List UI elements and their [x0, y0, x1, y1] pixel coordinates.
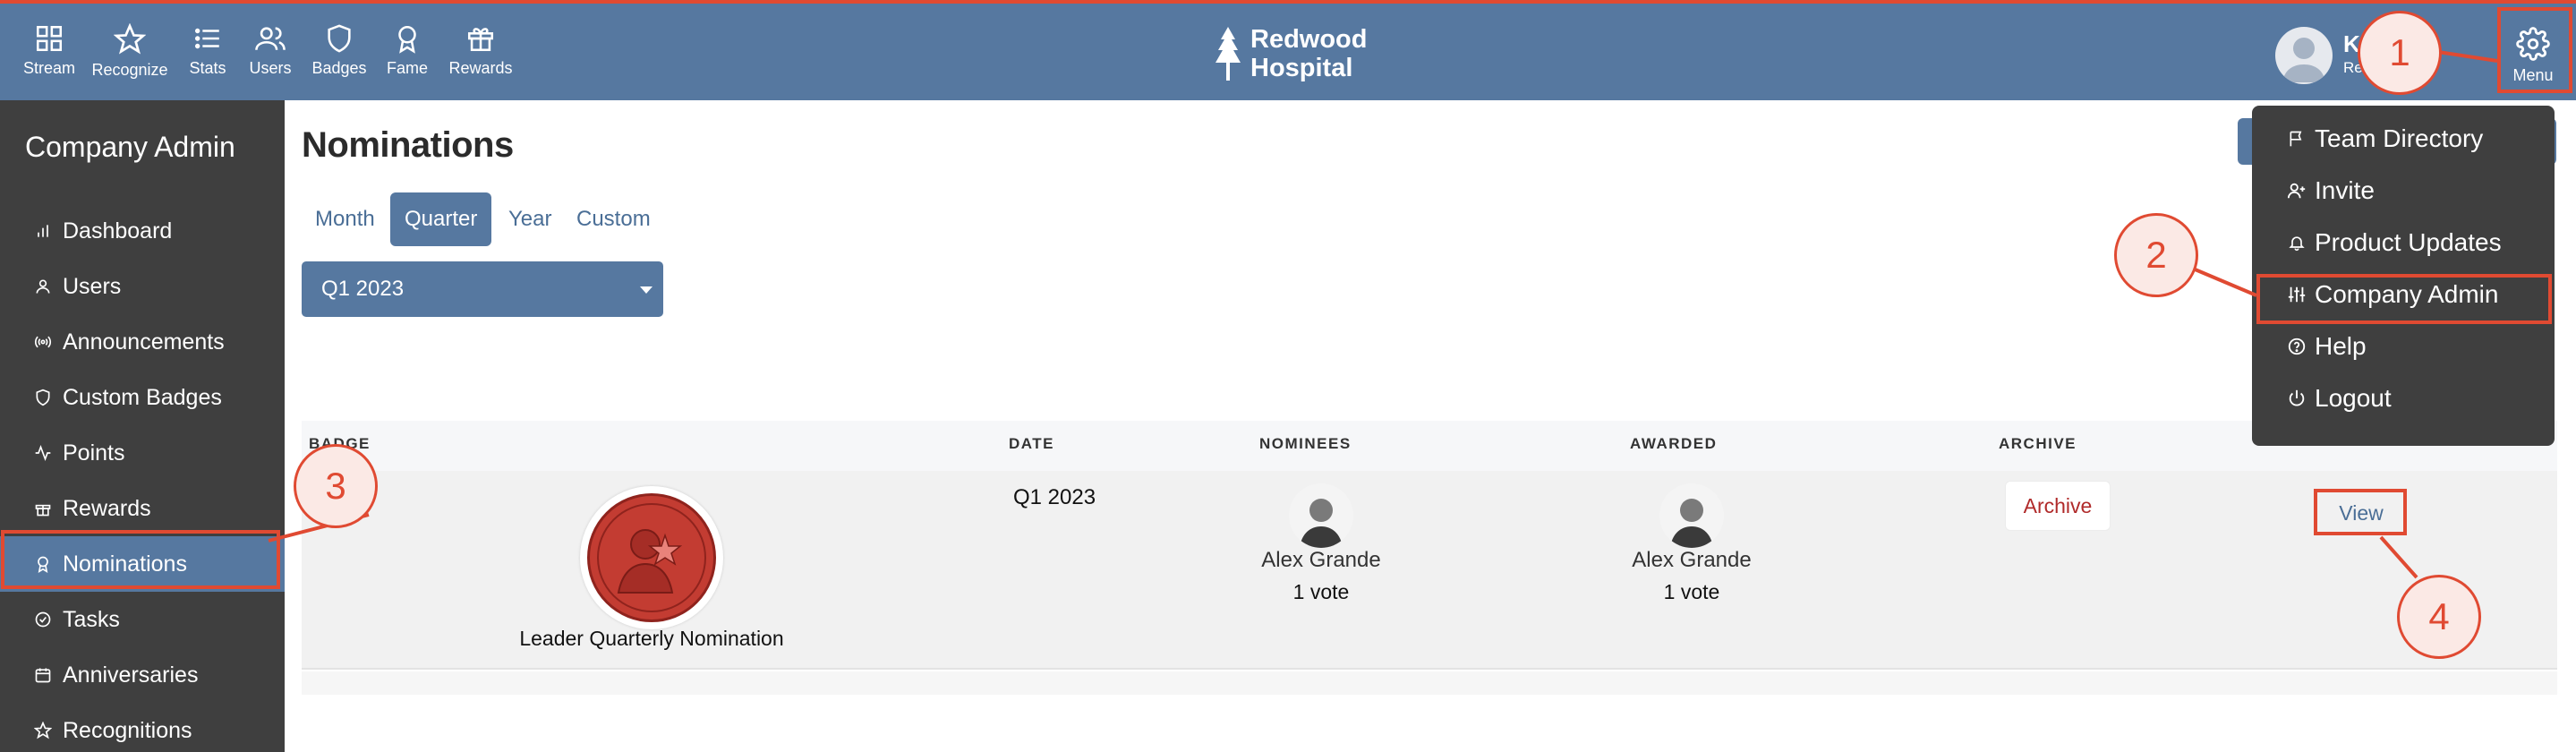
row-date: Q1 2023 — [1013, 485, 1096, 509]
gift-icon — [32, 498, 54, 519]
nominee-avatar[interactable] — [1289, 483, 1353, 548]
person-photo-icon — [1300, 499, 1343, 548]
callout-2: 2 — [2114, 213, 2198, 297]
archive-button[interactable]: Archive — [2005, 481, 2111, 531]
broadcast-icon — [32, 331, 54, 353]
menu-item-help[interactable]: Help — [2252, 320, 2555, 372]
sidebar-item-announcements[interactable]: Announcements — [0, 314, 285, 370]
column-header-nominees: NOMINEES — [1259, 435, 1352, 452]
menu-item-label: Product Updates — [2315, 228, 2502, 256]
brand-name: Redwood Hospital — [1250, 25, 1368, 82]
sidebar-item-dashboard[interactable]: Dashboard — [0, 203, 285, 259]
menu-item-invite[interactable]: Invite — [2252, 165, 2555, 217]
users-icon — [255, 27, 286, 50]
sidebar-item-custom-badges[interactable]: Custom Badges — [0, 370, 285, 425]
sidebar-item-label: Custom Badges — [63, 384, 222, 410]
star-icon — [32, 720, 54, 741]
user-silhouette-icon — [2282, 38, 2325, 82]
tab-year[interactable]: Year — [494, 192, 567, 246]
menu-item-label: Logout — [2315, 384, 2392, 412]
sidebar-item-label: Anniversaries — [63, 662, 199, 688]
list-icon — [194, 28, 219, 49]
caret-down-icon — [640, 286, 653, 294]
check-circle-icon — [32, 609, 54, 630]
calendar-icon — [32, 664, 54, 686]
tab-custom[interactable]: Custom — [562, 192, 665, 246]
tab-quarter[interactable]: Quarter — [390, 192, 492, 246]
award-icon — [398, 25, 416, 54]
callout-1: 1 — [2358, 11, 2442, 95]
page-title: Nominations — [302, 125, 514, 165]
grid-icon — [36, 25, 63, 52]
brand-line-1: Redwood — [1250, 25, 1368, 54]
sidebar-title: Company Admin — [25, 131, 235, 163]
nominee-votes: 1 vote — [1292, 580, 1350, 603]
sidebar-item-users[interactable]: Users — [0, 259, 285, 314]
badge-image[interactable] — [580, 486, 723, 629]
sidebar-item-label: Points — [63, 440, 125, 466]
callout-3: 3 — [294, 444, 378, 528]
table-footer — [302, 671, 2557, 695]
sidebar-item-label: Dashboard — [63, 218, 173, 244]
bell-icon — [2286, 232, 2307, 253]
nominee-name[interactable]: Alex Grande — [1214, 548, 1429, 573]
sidebar-item-recognitions[interactable]: Recognitions — [0, 703, 285, 752]
menu-item-label: Help — [2315, 332, 2367, 360]
awarded-avatar[interactable] — [1659, 483, 1724, 548]
leader-star-icon — [597, 503, 706, 612]
highlight-view-link — [2314, 489, 2407, 535]
user-plus-icon — [2286, 180, 2307, 201]
sidebar-item-rewards[interactable]: Rewards — [0, 481, 285, 536]
menu-item-product-updates[interactable]: Product Updates — [2252, 217, 2555, 269]
column-header-archive: ARCHIVE — [1999, 435, 2077, 452]
page: Stream Recognize Stats Users Badges Fame… — [0, 0, 2576, 752]
menu-item-logout[interactable]: Logout — [2252, 372, 2555, 424]
brand-line-2: Hospital — [1250, 54, 1353, 82]
sidebar-item-tasks[interactable]: Tasks — [0, 592, 285, 647]
sidebar-item-points[interactable]: Points — [0, 425, 285, 481]
menu-item-label: Invite — [2315, 176, 2375, 204]
nav-rewards-label: Rewards — [448, 59, 513, 77]
flag-icon — [2286, 128, 2307, 150]
sidebar-item-anniversaries[interactable]: Anniversaries — [0, 647, 285, 703]
menu-item-team-directory[interactable]: Team Directory — [2252, 113, 2555, 165]
menu-item-label: Team Directory — [2315, 124, 2484, 152]
tab-month[interactable]: Month — [301, 192, 389, 246]
gift-icon — [467, 28, 494, 52]
sidebar-item-label: Rewards — [63, 495, 151, 521]
admin-sidebar: Company Admin Dashboard Users Announceme… — [0, 100, 285, 752]
highlight-menu-button — [2497, 7, 2572, 93]
shield-icon — [328, 24, 351, 53]
activity-icon — [32, 442, 54, 464]
sidebar-item-label: Announcements — [63, 329, 225, 355]
sidebar-item-label: Tasks — [63, 606, 120, 632]
nav-rewards[interactable]: Rewards — [431, 20, 530, 91]
person-photo-icon — [1670, 499, 1713, 548]
help-circle-icon — [2286, 336, 2307, 357]
sidebar-item-label: Recognitions — [63, 717, 192, 743]
highlight-nominations — [1, 530, 280, 589]
avatar[interactable] — [2275, 27, 2333, 84]
top-navigation-bar: Stream Recognize Stats Users Badges Fame… — [0, 0, 2576, 100]
callout-4: 4 — [2397, 575, 2481, 659]
sidebar-item-label: Users — [63, 273, 122, 299]
awarded-votes: 1 vote — [1663, 580, 1720, 603]
column-header-date: DATE — [1009, 435, 1055, 452]
badge-emblem — [587, 493, 716, 622]
bar-chart-icon — [32, 220, 54, 242]
shield-icon — [32, 387, 54, 408]
power-icon — [2286, 388, 2307, 409]
column-header-awarded: AWARDED — [1630, 435, 1718, 452]
highlight-company-admin — [2256, 274, 2552, 324]
period-select[interactable]: Q1 2023 — [302, 261, 663, 317]
table-header: BADGE DATE NOMINEES AWARDED ARCHIVE — [302, 421, 2557, 471]
badge-name: Leader Quarterly Nomination — [519, 627, 784, 650]
period-select-value: Q1 2023 — [321, 277, 405, 301]
user-icon — [32, 276, 54, 297]
star-icon — [114, 23, 146, 55]
tree-icon — [1215, 27, 1241, 81]
awarded-name[interactable]: Alex Grande — [1584, 548, 1799, 573]
